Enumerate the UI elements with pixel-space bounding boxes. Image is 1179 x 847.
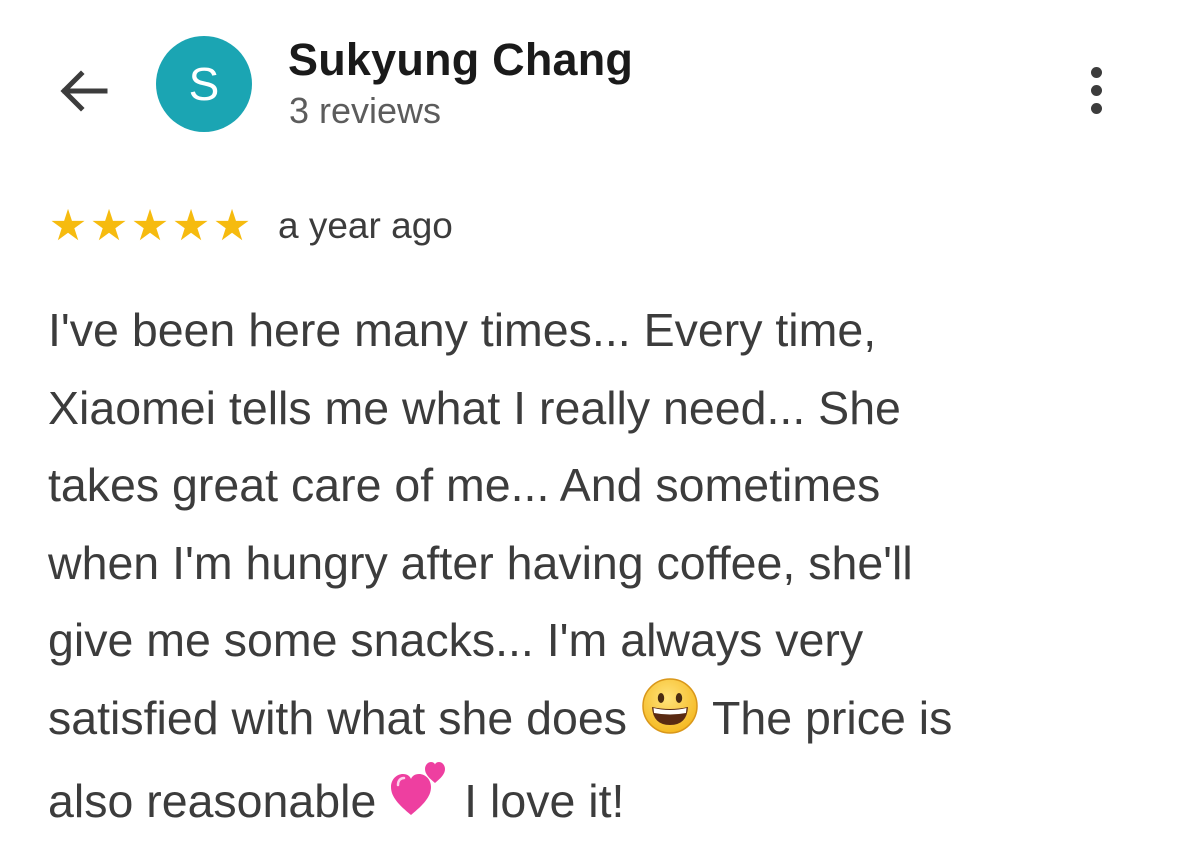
more-vert-icon-dot — [1090, 84, 1102, 96]
review-fragment: I love it! — [464, 775, 625, 828]
review-line-7: also reasonable I love it! — [48, 762, 1148, 847]
review-fragment: also reasonable — [48, 775, 377, 828]
avatar-letter: S — [188, 58, 220, 110]
author-name[interactable]: Sukyung Chang — [288, 34, 633, 86]
review-count: 3 reviews — [289, 90, 442, 131]
star-icon: ★ — [48, 201, 88, 251]
star-icon: ★ — [212, 201, 252, 251]
more-vert-icon — [1090, 66, 1102, 78]
grinning-face-emoji-icon — [640, 676, 700, 760]
review-line-6: satisfied with what she does The price i… — [48, 677, 1148, 764]
review-line: give me some snacks... I'm always very — [48, 614, 864, 666]
rating-row: ★ ★ ★ ★ ★ a year ago — [48, 203, 453, 249]
review-fragment: The price is — [712, 691, 953, 744]
star-rating: ★ ★ ★ ★ ★ — [48, 203, 252, 249]
review-fragment: satisfied with what she does — [48, 691, 627, 744]
review-line: Xiaomei tells me what I really need... S… — [48, 381, 901, 434]
star-icon: ★ — [130, 201, 170, 251]
arrow-left-icon — [60, 70, 108, 112]
back-button[interactable] — [50, 58, 116, 124]
review-line: when I'm hungry after having coffee, she… — [48, 536, 913, 589]
review-body: I've been here many times... Every time,… — [48, 292, 1148, 847]
star-icon: ★ — [171, 201, 211, 251]
more-vert-icon-dot — [1090, 102, 1102, 114]
avatar[interactable]: S — [156, 36, 252, 132]
two-hearts-emoji-icon — [389, 759, 451, 843]
star-icon: ★ — [89, 201, 129, 251]
review-date: a year ago — [278, 205, 453, 246]
review-line: takes great care of me... And sometimes — [48, 459, 881, 511]
review-header: S Sukyung Chang 3 reviews — [0, 0, 1179, 150]
more-options-button[interactable] — [1072, 58, 1120, 122]
review-line: I've been here many times... Every time, — [48, 304, 877, 356]
